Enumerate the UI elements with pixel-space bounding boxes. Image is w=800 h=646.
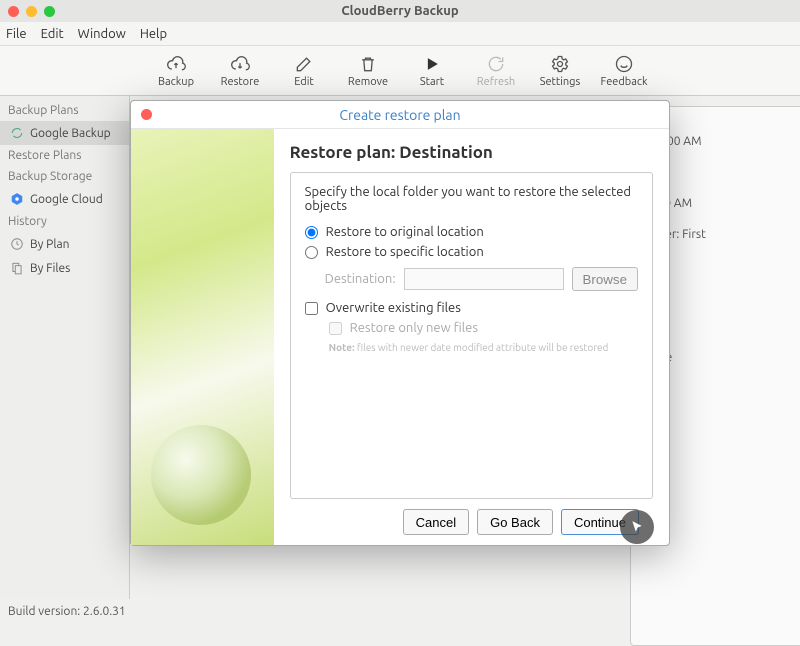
sidebar-item-label: Google Cloud	[30, 193, 103, 206]
go-back-button[interactable]: Go Back	[477, 509, 553, 535]
toolbar-restore-label: Restore	[221, 76, 260, 88]
checkbox-overwrite-input[interactable]	[305, 302, 318, 315]
menu-file[interactable]: File	[6, 27, 27, 41]
sidebar-item-by-plan[interactable]: By Plan	[0, 232, 129, 256]
toolbar: Backup Restore Edit Remove Start Refresh…	[0, 46, 800, 96]
sidebar-item-label: By Files	[30, 262, 70, 275]
toolbar-feedback[interactable]: Feedback	[602, 54, 646, 88]
checkbox-only-new-input	[329, 322, 342, 335]
toolbar-edit-label: Edit	[294, 76, 314, 88]
cloud-up-icon	[166, 54, 186, 74]
radio-label: Restore to specific location	[326, 245, 484, 259]
toolbar-refresh: Refresh	[474, 54, 518, 88]
sidebar-item-label: Google Backup	[30, 127, 111, 140]
toolbar-restore[interactable]: Restore	[218, 54, 262, 88]
menu-bar: File Edit Window Help	[0, 22, 800, 46]
toolbar-feedback-label: Feedback	[600, 76, 647, 88]
cloud-sync-icon	[10, 126, 24, 140]
toolbar-backup[interactable]: Backup	[154, 54, 198, 88]
toolbar-backup-label: Backup	[158, 76, 194, 88]
sidebar-section-backup-plans: Backup Plans	[0, 100, 129, 121]
close-window-icon[interactable]	[8, 6, 19, 17]
toolbar-start-label: Start	[420, 76, 444, 88]
sidebar-section-restore-plans: Restore Plans	[0, 145, 129, 166]
cancel-button[interactable]: Cancel	[403, 509, 469, 535]
toolbar-edit[interactable]: Edit	[282, 54, 326, 88]
radio-restore-original-input[interactable]	[305, 226, 318, 239]
minimize-window-icon[interactable]	[26, 6, 37, 17]
dialog-footer: Cancel Go Back Continue	[290, 499, 653, 545]
trash-icon	[358, 54, 378, 74]
toolbar-start[interactable]: Start	[410, 54, 454, 88]
clock-icon	[10, 237, 24, 251]
sidebar-section-backup-storage: Backup Storage	[0, 166, 129, 187]
wizard-sidebar-image	[131, 129, 274, 545]
play-icon	[422, 54, 442, 74]
checkbox-label: Restore only new files	[350, 321, 478, 335]
sidebar: Backup Plans Google Backup Restore Plans…	[0, 96, 130, 599]
radio-restore-specific-input[interactable]	[305, 246, 318, 259]
files-icon	[10, 261, 24, 275]
close-dialog-icon[interactable]	[141, 109, 152, 120]
radio-label: Restore to original location	[326, 225, 484, 239]
wizard-heading: Restore plan: Destination	[290, 143, 653, 162]
toolbar-settings[interactable]: Settings	[538, 54, 582, 88]
sidebar-section-history: History	[0, 211, 129, 232]
menu-window[interactable]: Window	[78, 27, 126, 41]
gear-icon	[550, 54, 570, 74]
cloud-down-icon	[230, 54, 250, 74]
radio-restore-original[interactable]: Restore to original location	[305, 225, 638, 239]
note-text: Note: files with newer date modified att…	[329, 341, 638, 354]
browse-button: Browse	[572, 267, 638, 291]
wizard-description: Specify the local folder you want to res…	[305, 185, 638, 213]
menu-edit[interactable]: Edit	[41, 27, 64, 41]
note-body: files with newer date modified attribute…	[357, 342, 609, 353]
radio-restore-specific[interactable]: Restore to specific location	[305, 245, 638, 259]
toolbar-remove[interactable]: Remove	[346, 54, 390, 88]
smiley-icon	[614, 54, 634, 74]
note-label: Note:	[329, 342, 355, 353]
continue-button[interactable]: Continue	[561, 509, 639, 535]
toolbar-remove-label: Remove	[348, 76, 388, 88]
checkbox-label: Overwrite existing files	[326, 301, 461, 315]
sidebar-item-by-files[interactable]: By Files	[0, 256, 129, 280]
checkbox-only-new: Restore only new files	[329, 321, 638, 335]
pencil-icon	[294, 54, 314, 74]
destination-label: Destination:	[325, 272, 396, 286]
checkbox-overwrite[interactable]: Overwrite existing files	[305, 301, 638, 315]
dialog-titlebar: Create restore plan	[131, 101, 669, 129]
toolbar-settings-label: Settings	[540, 76, 581, 88]
destination-input	[404, 268, 564, 290]
refresh-icon	[486, 54, 506, 74]
wizard-panel: Specify the local folder you want to res…	[290, 172, 653, 499]
window-titlebar: CloudBerry Backup	[0, 0, 800, 22]
dialog-title: Create restore plan	[131, 107, 669, 123]
sidebar-item-google-cloud[interactable]: Google Cloud	[0, 187, 129, 211]
sidebar-item-label: By Plan	[30, 238, 70, 251]
hexagon-icon	[10, 192, 24, 206]
maximize-window-icon[interactable]	[44, 6, 55, 17]
menu-help[interactable]: Help	[140, 27, 167, 41]
sidebar-item-google-backup[interactable]: Google Backup	[0, 121, 129, 145]
app-title: CloudBerry Backup	[0, 4, 800, 18]
toolbar-refresh-label: Refresh	[477, 76, 515, 88]
create-restore-plan-dialog: Create restore plan Restore plan: Destin…	[130, 100, 670, 546]
build-version: Build version: 2.6.0.31	[8, 605, 126, 618]
